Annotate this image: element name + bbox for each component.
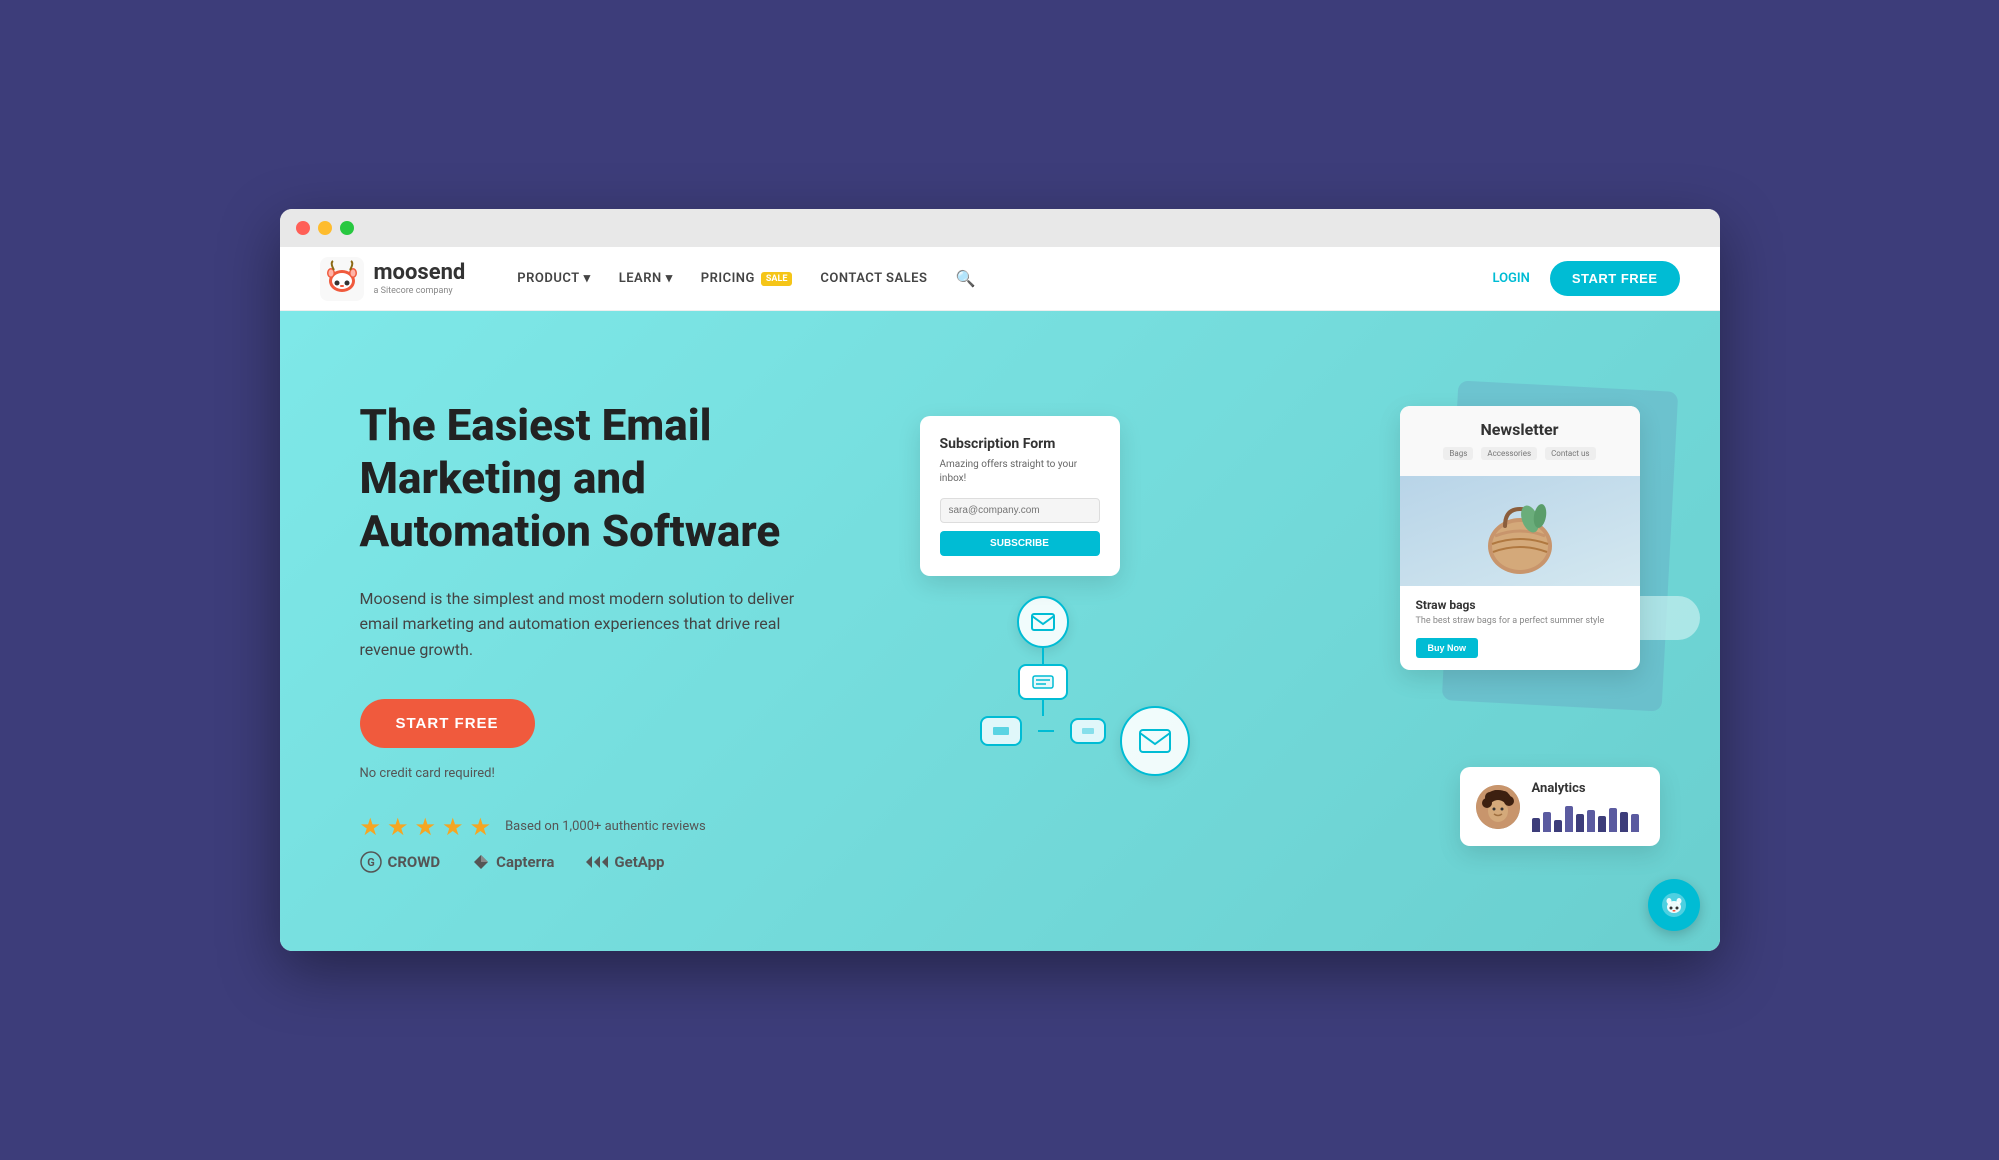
review-logos: G CROWD Capterra: [360, 851, 880, 873]
chat-icon: [1661, 892, 1687, 918]
analytics-card: Analytics: [1460, 767, 1660, 846]
flow-node-left: [980, 716, 1022, 746]
capterra-icon: [472, 853, 490, 871]
nav-contact-sales[interactable]: CONTACT SALES: [820, 271, 927, 286]
analytics-bar: [1631, 814, 1639, 832]
browser-dot-yellow[interactable]: [318, 221, 332, 235]
nav-links: PRODUCT ▾ LEARN ▾ PRICING SALE CONTACT S…: [517, 269, 1460, 288]
getapp-logo: GetApp: [586, 853, 664, 871]
sub-form-email-input[interactable]: [940, 498, 1100, 523]
analytics-bar: [1532, 818, 1540, 832]
hero-right: Subscription Form Amazing offers straigh…: [880, 396, 1640, 876]
flow-node-email: [1017, 596, 1069, 648]
g2-crowd-logo: G CROWD: [360, 851, 441, 873]
search-icon[interactable]: 🔍: [955, 269, 975, 288]
hero-section: The Easiest Email Marketing and Automati…: [280, 311, 1720, 951]
analytics-bars: [1532, 802, 1639, 832]
newsletter-pill-accessories: Accessories: [1481, 447, 1537, 460]
browser-dot-green[interactable]: [340, 221, 354, 235]
sub-form-desc: Amazing offers straight to your inbox!: [940, 458, 1100, 486]
newsletter-item-title: Straw bags: [1416, 598, 1624, 612]
browser-window: moosend a Sitecore company PRODUCT ▾ LEA…: [280, 209, 1720, 951]
newsletter-item-desc: The best straw bags for a perfect summer…: [1416, 616, 1624, 626]
newsletter-body: Straw bags The best straw bags for a per…: [1400, 586, 1640, 670]
flow-box-icon: [1032, 675, 1054, 689]
star-2: ★: [387, 813, 409, 841]
newsletter-nav-pills: Bags Accessories Contact us: [1416, 447, 1624, 460]
analytics-bar: [1609, 808, 1617, 832]
newsletter-title: Newsletter: [1416, 420, 1624, 439]
logo-name: moosend: [374, 261, 466, 285]
login-link[interactable]: LOGIN: [1492, 271, 1529, 286]
straw-bag-illustration: [1470, 481, 1570, 581]
hero-description: Moosend is the simplest and most modern …: [360, 586, 800, 663]
analytics-content: Analytics: [1532, 781, 1639, 832]
nav-pricing[interactable]: PRICING SALE: [701, 271, 793, 286]
flow-line-1: [1042, 648, 1044, 664]
reviews-text: Based on 1,000+ authentic reviews: [505, 819, 706, 834]
analytics-bar: [1598, 816, 1606, 832]
flow-mini-icon: [992, 726, 1010, 736]
analytics-bar: [1576, 814, 1584, 832]
analytics-bar: [1565, 806, 1573, 832]
buy-now-button[interactable]: Buy Now: [1416, 638, 1479, 658]
sale-badge: SALE: [761, 272, 793, 286]
newsletter-image: [1400, 476, 1640, 586]
analytics-title: Analytics: [1532, 781, 1639, 796]
newsletter-card: Newsletter Bags Accessories Contact us: [1400, 406, 1640, 670]
nav-right: LOGIN START FREE: [1492, 261, 1679, 296]
browser-dot-red[interactable]: [296, 221, 310, 235]
automation-flow: [980, 596, 1106, 746]
email-circle: [1120, 706, 1190, 776]
start-free-hero-button[interactable]: START FREE: [360, 699, 535, 748]
star-4: ★: [442, 813, 464, 841]
logo-area[interactable]: moosend a Sitecore company: [320, 257, 466, 301]
avatar-illustration: [1476, 785, 1520, 829]
newsletter-pill-bags: Bags: [1443, 447, 1473, 460]
star-3: ★: [415, 813, 437, 841]
sub-form-title: Subscription Form: [940, 436, 1100, 452]
svg-text:G: G: [367, 856, 375, 869]
g2-icon: G: [360, 851, 382, 873]
flow-row: [980, 716, 1106, 746]
logo-subtitle: a Sitecore company: [374, 286, 466, 296]
chevron-icon: ▾: [584, 271, 591, 286]
analytics-bar: [1620, 812, 1628, 832]
flow-line-2: [1042, 700, 1044, 716]
flow-node-right: [1070, 718, 1106, 744]
browser-chrome: [280, 209, 1720, 247]
getapp-icon: [586, 853, 608, 871]
analytics-bar: [1543, 812, 1551, 832]
analytics-bar: [1587, 810, 1595, 832]
email-envelope-icon: [1139, 729, 1171, 753]
envelope-icon: [1031, 613, 1055, 631]
newsletter-pill-contact: Contact us: [1545, 447, 1595, 460]
analytics-bar: [1554, 820, 1562, 832]
star-1: ★: [360, 813, 382, 841]
start-free-nav-button[interactable]: START FREE: [1550, 261, 1680, 296]
moosend-logo-icon: [320, 257, 364, 301]
chevron-icon: ▾: [666, 271, 673, 286]
star-5: ★: [470, 813, 492, 841]
subscribe-button[interactable]: SUBSCRIBE: [940, 531, 1100, 556]
stars-row: ★ ★ ★ ★ ★ Based on 1,000+ authentic revi…: [360, 813, 880, 841]
nav-learn[interactable]: LEARN ▾: [619, 271, 673, 286]
navbar: moosend a Sitecore company PRODUCT ▾ LEA…: [280, 247, 1720, 311]
flow-h-line: [1038, 730, 1054, 732]
chat-button[interactable]: [1648, 879, 1700, 931]
capterra-logo: Capterra: [472, 853, 554, 871]
subscription-form-card: Subscription Form Amazing offers straigh…: [920, 416, 1120, 576]
hero-title: The Easiest Email Marketing and Automati…: [360, 399, 880, 557]
flow-mini-icon-2: [1081, 727, 1095, 735]
nav-product[interactable]: PRODUCT ▾: [517, 271, 590, 286]
hero-left: The Easiest Email Marketing and Automati…: [360, 399, 880, 872]
analytics-avatar: [1476, 785, 1520, 829]
newsletter-header: Newsletter Bags Accessories Contact us: [1400, 406, 1640, 476]
logo-text-group: moosend a Sitecore company: [374, 261, 466, 295]
no-credit-text: No credit card required!: [360, 766, 880, 781]
flow-node-middle: [1018, 664, 1068, 700]
